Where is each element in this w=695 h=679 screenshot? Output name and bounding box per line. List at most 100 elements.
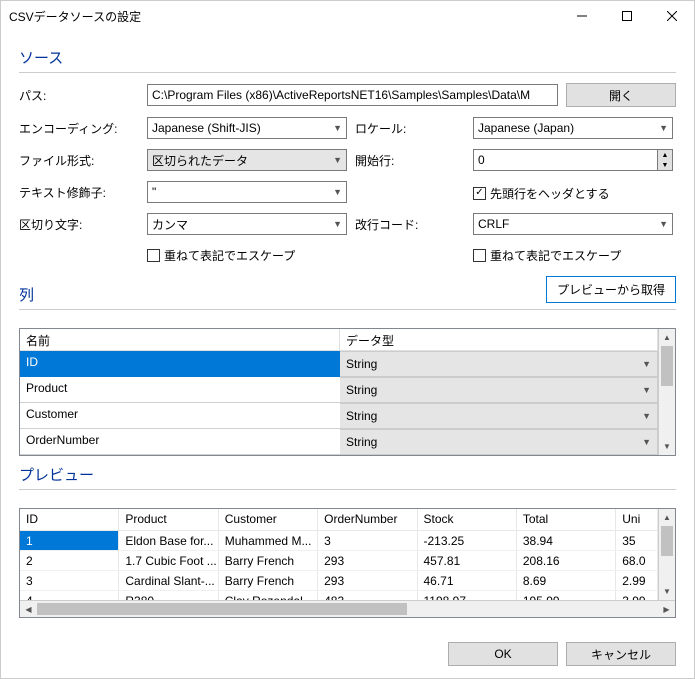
preview-cell: 4 xyxy=(20,591,119,600)
preview-cell: R380 xyxy=(119,591,218,600)
chevron-down-icon: ▼ xyxy=(333,155,342,165)
column-type-select[interactable]: String▼ xyxy=(340,351,658,377)
preview-header[interactable]: Product xyxy=(119,509,218,530)
textqualifier-label: テキスト修飾子: xyxy=(19,184,139,201)
preview-hscrollbar[interactable]: ◀ ▶ xyxy=(20,600,675,617)
column-name-cell[interactable]: ID xyxy=(20,351,340,377)
preview-cell: 46.71 xyxy=(418,571,517,590)
filetype-label: ファイル形式: xyxy=(19,152,139,169)
preview-cell: Barry French xyxy=(219,551,318,570)
preview-cell: 208.16 xyxy=(517,551,616,570)
scroll-right-icon[interactable]: ▶ xyxy=(658,601,675,617)
scroll-thumb[interactable] xyxy=(661,526,673,556)
column-type-select[interactable]: String▼ xyxy=(340,377,658,403)
preview-cell: 1.7 Cubic Foot ... xyxy=(119,551,218,570)
preview-cell: 293 xyxy=(318,571,417,590)
preview-cell: Cardinal Slant-... xyxy=(119,571,218,590)
column-name-cell[interactable]: Product xyxy=(20,377,340,403)
scroll-thumb[interactable] xyxy=(661,346,673,386)
close-button[interactable] xyxy=(649,1,694,31)
filetype-select[interactable]: 区切られたデータ▼ xyxy=(147,149,347,171)
scroll-down-icon[interactable]: ▼ xyxy=(659,438,675,455)
preview-heading: プレビュー xyxy=(19,464,676,485)
preview-cell: 3 xyxy=(318,531,417,550)
column-name-cell[interactable]: Customer xyxy=(20,403,340,429)
source-heading: ソース xyxy=(19,47,676,68)
preview-cell: 2.99 xyxy=(616,571,658,590)
delimiter-label: 区切り文字: xyxy=(19,216,139,233)
columns-table: 名前 データ型 IDString▼ProductString▼CustomerS… xyxy=(19,328,676,456)
preview-header[interactable]: Customer xyxy=(219,509,318,530)
preview-cell: 2 xyxy=(20,551,119,570)
column-row[interactable]: OrderNumberString▼ xyxy=(20,429,658,455)
newline-label: 改行コード: xyxy=(355,216,465,233)
locale-label: ロケール: xyxy=(355,120,465,137)
window-title: CSVデータソースの設定 xyxy=(9,8,559,25)
preview-cell: 38.94 xyxy=(517,531,616,550)
chevron-down-icon: ▼ xyxy=(333,187,342,197)
escape1-checkbox[interactable] xyxy=(147,249,160,262)
scroll-down-icon[interactable]: ▼ xyxy=(659,583,675,600)
preview-row[interactable]: 4R380Clay Rozendal4831198.97195.993.99 xyxy=(20,591,658,600)
up-arrow-icon[interactable]: ▲ xyxy=(658,150,672,160)
chevron-down-icon: ▼ xyxy=(333,219,342,229)
scroll-up-icon[interactable]: ▲ xyxy=(659,329,675,346)
encoding-label: エンコーディング: xyxy=(19,120,139,137)
startrow-label: 開始行: xyxy=(355,152,465,169)
preview-row[interactable]: 21.7 Cubic Foot ...Barry French293457.81… xyxy=(20,551,658,571)
columns-scrollbar[interactable]: ▲ ▼ xyxy=(658,329,675,455)
preview-row[interactable]: 1Eldon Base for...Muhammed M...3-213.253… xyxy=(20,531,658,551)
delimiter-select[interactable]: カンマ▼ xyxy=(147,213,347,235)
preview-cell: 8.69 xyxy=(517,571,616,590)
preview-cell: Clay Rozendal xyxy=(219,591,318,600)
preview-vscrollbar[interactable]: ▲ ▼ xyxy=(658,509,675,600)
preview-header[interactable]: Uni xyxy=(616,509,658,530)
firstrowheader-label: 先頭行をヘッダとする xyxy=(490,185,610,202)
chevron-down-icon: ▼ xyxy=(659,123,668,133)
preview-cell: 3.99 xyxy=(616,591,658,600)
column-row[interactable]: IDString▼ xyxy=(20,351,658,377)
down-arrow-icon[interactable]: ▼ xyxy=(658,160,672,170)
preview-cell: 195.99 xyxy=(517,591,616,600)
newline-select[interactable]: CRLF▼ xyxy=(473,213,673,235)
locale-select[interactable]: Japanese (Japan)▼ xyxy=(473,117,673,139)
col-header-type[interactable]: データ型 xyxy=(340,329,658,350)
preview-header[interactable]: Stock xyxy=(418,509,517,530)
column-type-select[interactable]: String▼ xyxy=(340,429,658,455)
maximize-button[interactable] xyxy=(604,1,649,31)
preview-header[interactable]: Total xyxy=(517,509,616,530)
chevron-down-icon: ▼ xyxy=(642,359,651,369)
path-label: パス: xyxy=(19,87,139,104)
startrow-input[interactable] xyxy=(473,149,657,171)
preview-table: IDProductCustomerOrderNumberStockTotalUn… xyxy=(19,508,676,618)
preview-cell: 1 xyxy=(20,531,119,550)
chevron-down-icon: ▼ xyxy=(642,385,651,395)
minimize-button[interactable] xyxy=(559,1,604,31)
preview-cell: 483 xyxy=(318,591,417,600)
scroll-left-icon[interactable]: ◀ xyxy=(20,601,37,617)
chevron-down-icon: ▼ xyxy=(659,219,668,229)
escape2-checkbox[interactable] xyxy=(473,249,486,262)
preview-header[interactable]: OrderNumber xyxy=(318,509,417,530)
preview-header[interactable]: ID xyxy=(20,509,119,530)
encoding-select[interactable]: Japanese (Shift-JIS)▼ xyxy=(147,117,347,139)
column-type-select[interactable]: String▼ xyxy=(340,403,658,429)
preview-cell: -213.25 xyxy=(418,531,517,550)
cancel-button[interactable]: キャンセル xyxy=(566,642,676,666)
scroll-up-icon[interactable]: ▲ xyxy=(659,509,675,526)
scroll-thumb[interactable] xyxy=(37,603,407,615)
ok-button[interactable]: OK xyxy=(448,642,558,666)
col-header-name[interactable]: 名前 xyxy=(20,329,340,350)
get-from-preview-button[interactable]: プレビューから取得 xyxy=(546,276,676,303)
open-button[interactable]: 開く xyxy=(566,83,676,107)
path-input[interactable] xyxy=(147,84,558,106)
startrow-spinner[interactable]: ▲▼ xyxy=(657,149,673,171)
columns-heading: 列 xyxy=(19,284,34,305)
escape2-label: 重ねて表記でエスケープ xyxy=(490,247,621,264)
preview-row[interactable]: 3Cardinal Slant-...Barry French29346.718… xyxy=(20,571,658,591)
column-name-cell[interactable]: OrderNumber xyxy=(20,429,340,455)
textqualifier-select[interactable]: "▼ xyxy=(147,181,347,203)
column-row[interactable]: CustomerString▼ xyxy=(20,403,658,429)
column-row[interactable]: ProductString▼ xyxy=(20,377,658,403)
firstrowheader-checkbox[interactable]: ✓ xyxy=(473,187,486,200)
